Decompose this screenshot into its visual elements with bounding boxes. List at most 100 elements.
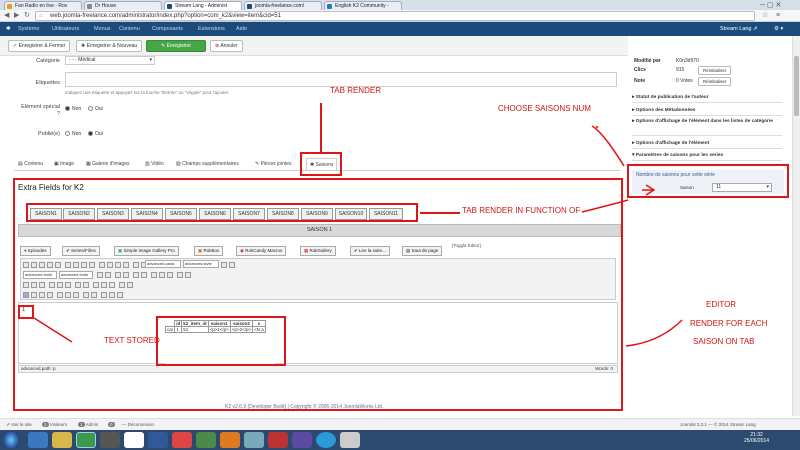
version-text: Joomla! 3.3.1 — © 2014 Stream Lang (680, 422, 756, 427)
chrome-icon[interactable] (76, 432, 96, 448)
url-input[interactable]: ⌂ web.joomla-freelance.com/administrator/… (35, 11, 755, 21)
reload-icon[interactable]: ↻ (24, 11, 30, 21)
opera-icon[interactable] (172, 432, 192, 448)
admin-count: 1 (78, 422, 85, 427)
menu-menus[interactable]: Menus (94, 26, 111, 32)
reset-hits-button[interactable]: Réinitialiser (698, 66, 732, 75)
tags-hint: Indiquez une étiquette et appuyez sur la… (65, 90, 230, 95)
menu-users[interactable]: Utilisateurs (52, 26, 79, 32)
menu-content[interactable]: Contenu (119, 26, 140, 32)
tab-video[interactable]: ▥ Vidéo (145, 158, 164, 170)
app3-icon[interactable] (244, 432, 264, 448)
windows-taskbar: 21:32 25/06/2014 (0, 430, 800, 450)
save-button[interactable]: ✎ Enregistrer (146, 40, 206, 52)
app2-icon[interactable] (196, 432, 216, 448)
section-category-display[interactable]: ▸ Options d'affichage de l'élément dans … (632, 118, 782, 136)
explorer-icon[interactable] (52, 432, 72, 448)
section-metadata[interactable]: ▸ Options des Métadonnées (632, 106, 782, 116)
featured-no-radio[interactable]: Non (65, 106, 81, 112)
browser-tab[interactable]: joomla-freelance.com/ (244, 1, 322, 10)
app6-icon[interactable] (340, 432, 360, 448)
tab-attachments[interactable]: ✎ Pièces jointes (255, 158, 291, 170)
messages-status[interactable]: 0 (108, 422, 115, 427)
tags-input[interactable] (65, 72, 617, 87)
back-icon[interactable]: ◀ (4, 11, 9, 21)
category-value: - - - Médical (69, 57, 96, 63)
published-label: Publié(e) (37, 131, 60, 137)
hits-label: Clics (634, 67, 646, 73)
tab-label: Pièces jointes (260, 161, 292, 167)
menu-help[interactable]: Aide (236, 26, 247, 32)
browser-menu-icon[interactable]: ≡ (776, 11, 780, 21)
annotation-box-stored-table (156, 316, 286, 366)
menu-components[interactable]: Composants (152, 26, 183, 32)
browser-tab-label: Dr House (95, 3, 117, 9)
save-close-button[interactable]: ✓ Enregistrer & Fermer (8, 40, 71, 52)
reset-rating-button[interactable]: Réinitialiser (698, 77, 732, 86)
section-item-display[interactable]: ▸ Options d'affichage de l'élément (632, 139, 782, 149)
tags-label: Etiquettes (35, 80, 60, 86)
modified-by-value: K0n3d970 (676, 58, 699, 64)
radio-unchecked-icon (65, 131, 70, 137)
visitors-count: 0 (42, 422, 49, 427)
browser-tab-strip: Fan Radio en live - Rov Dr House Stream … (0, 0, 800, 10)
annotation-saison-on-tab: SAISON ON TAB (693, 337, 755, 346)
section-label: Options d'affichage de l'élément dans le… (635, 119, 773, 124)
user-menu-icon[interactable]: ⚙ ▾ (774, 26, 783, 32)
published-yes-radio[interactable]: Oui (88, 131, 103, 137)
joomla-logo-icon[interactable]: ✱ (6, 26, 11, 32)
site-name-link[interactable]: Stream Lang ⇗ (720, 26, 758, 32)
tab-content[interactable]: ▤ Contenu (18, 158, 43, 170)
menu-system[interactable]: Système (18, 26, 39, 32)
start-button-icon[interactable] (4, 432, 18, 448)
scrollbar[interactable] (792, 36, 800, 416)
site-name: Stream Lang (720, 26, 752, 32)
tab-label: Vidéo (151, 161, 164, 167)
tab-label: Galerie d'images (92, 161, 130, 167)
skype-icon[interactable] (316, 432, 336, 448)
category-select[interactable]: - - - Médical ▾ (65, 56, 155, 65)
app-icon[interactable] (148, 432, 168, 448)
url-text: web.joomla-freelance.com/administrator/i… (50, 13, 281, 19)
annotation-render-each: RENDER FOR EACH (690, 319, 768, 328)
section-label: Options des Métadonnées (635, 108, 696, 113)
browser-tab[interactable]: Dr House (84, 1, 162, 10)
tab-image[interactable]: ▣ Image (54, 158, 74, 170)
tab-label: Image (60, 161, 75, 167)
tab-label: Contenu (24, 161, 44, 167)
bookmark-star-icon[interactable]: ☆ (762, 11, 768, 21)
reset-label: Réinitialiser (703, 68, 727, 73)
view-site-link[interactable]: ⇗ Voir le site (6, 422, 32, 428)
browser-tab[interactable]: English K2 Community - (324, 1, 402, 10)
messages-count: 0 (108, 422, 115, 427)
app5-icon[interactable] (292, 432, 312, 448)
rating-label: Note (634, 78, 646, 84)
cancel-button[interactable]: ⊗ Annuler (210, 40, 243, 52)
logout-link[interactable]: — Déconnexion (122, 422, 154, 427)
section-season-params[interactable]: ▾ Paramètres de saisons pour les series (632, 151, 782, 161)
browser-tab-label: joomla-freelance.com/ (255, 3, 305, 9)
published-no-radio[interactable]: Non (65, 131, 81, 137)
ie-icon[interactable] (28, 432, 48, 448)
browser-tab[interactable]: Fan Radio en live - Rov (4, 1, 82, 10)
annotation-arrow (33, 317, 73, 343)
featured-yes-radio[interactable]: Oui (88, 106, 103, 112)
window-controls[interactable]: ─ ▢ ✕ (760, 1, 781, 9)
forward-icon[interactable]: ▶ (14, 11, 19, 21)
browser-tab-active[interactable]: Stream Lang - Administ (164, 1, 242, 10)
hits-value: 915 (676, 67, 685, 73)
tab-gallery[interactable]: ▦ Galerie d'images (86, 158, 130, 170)
scrollbar-thumb[interactable] (794, 56, 799, 116)
media-player-icon[interactable] (100, 432, 120, 448)
save-new-label: Enregistrer & Nouveau (86, 43, 138, 49)
paint-icon[interactable] (124, 432, 144, 448)
firefox-icon[interactable] (220, 432, 240, 448)
radio-unchecked-icon (88, 106, 93, 112)
modified-by-label: Modifié par (634, 58, 661, 64)
app4-icon[interactable] (268, 432, 288, 448)
menu-extensions[interactable]: Extensions (198, 26, 225, 32)
logout-label: Déconnexion (127, 422, 155, 427)
save-new-button[interactable]: ✚ Enregistrer & Nouveau (76, 40, 143, 52)
tab-extra-fields[interactable]: ▧ Champs supplémentaires (176, 158, 239, 170)
section-author-status[interactable]: ▸ Statut de publication de l'auteur (632, 93, 782, 103)
